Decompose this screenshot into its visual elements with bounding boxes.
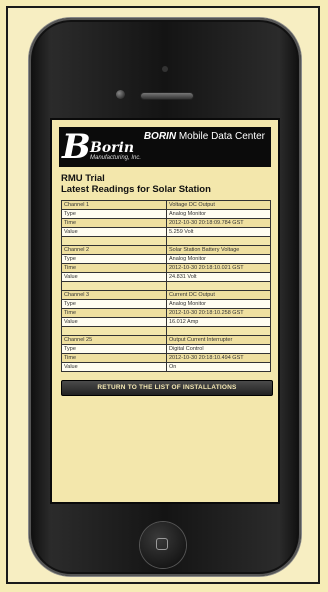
time-value: 2012-10-30 20:18:09.784 GST [166, 218, 271, 228]
home-button[interactable] [140, 522, 186, 568]
phone-device: B Borin Manufacturing, Inc. BORIN Mobile… [29, 18, 301, 576]
app-title-brand: BORIN [143, 131, 177, 142]
time-label: Time [61, 218, 167, 228]
earpiece-speaker-icon [140, 92, 194, 100]
table-row: Type Analog Monitor [61, 299, 271, 309]
page-title-line2: Latest Readings for Solar Station [61, 184, 211, 195]
type-value: Digital Control [166, 344, 271, 354]
time-value: 2012-10-30 20:18:10.258 GST [166, 308, 271, 318]
table-row: Channel 1 Voltage DC Output [61, 200, 271, 210]
table-row: Value 16.012 Amp [61, 317, 271, 327]
time-label: Time [61, 263, 167, 273]
table-row: Type Analog Monitor [61, 254, 271, 264]
table-row: Time 2012-10-30 20:18:10.494 GST [61, 353, 271, 363]
value-label: Value [61, 317, 167, 327]
channel-name: Solar Station Battery Voltage [166, 245, 271, 255]
table-row: Type Analog Monitor [61, 209, 271, 219]
value-value: 5.259 Volt [166, 227, 271, 237]
table-row: Time 2012-10-30 20:18:09.784 GST [61, 218, 271, 228]
front-camera-icon [116, 90, 125, 99]
type-label: Type [61, 299, 167, 309]
table-row: Type Digital Control [61, 344, 271, 354]
table-row: Channel 25 Output Current Interrupter [61, 335, 271, 345]
time-label: Time [61, 353, 167, 363]
home-button-icon [156, 538, 168, 550]
app-title: BORIN Mobile Data Center [144, 131, 265, 142]
table-row: Value 5.259 Volt [61, 227, 271, 237]
time-value: 2012-10-30 20:18:10.494 GST [166, 353, 271, 363]
page-heading: RMU Trial Latest Readings for Solar Stat… [61, 173, 278, 195]
borin-logo-icon: B [62, 127, 91, 167]
table-spacer-row [61, 281, 271, 291]
type-value: Analog Monitor [166, 254, 271, 264]
channel-name: Voltage DC Output [166, 200, 271, 210]
table-spacer-row [61, 236, 271, 246]
logo-name: Borin [90, 140, 135, 156]
return-to-installations-button[interactable]: RETURN TO THE LIST OF INSTALLATIONS [61, 380, 273, 396]
value-label: Value [61, 362, 167, 372]
logo-subtitle: Manufacturing, Inc. [90, 155, 142, 161]
table-spacer-row [61, 326, 271, 336]
table-row: Time 2012-10-30 20:18:10.258 GST [61, 308, 271, 318]
table-row: Channel 2 Solar Station Battery Voltage [61, 245, 271, 255]
type-value: Analog Monitor [166, 209, 271, 219]
table-row: Time 2012-10-30 20:18:10.021 GST [61, 263, 271, 273]
value-value: 16.012 Amp [166, 317, 271, 327]
type-label: Type [61, 209, 167, 219]
type-label: Type [61, 344, 167, 354]
value-value: On [166, 362, 271, 372]
channel-label: Channel 3 [61, 290, 167, 300]
channel-label: Channel 2 [61, 245, 167, 255]
type-label: Type [61, 254, 167, 264]
channel-label: Channel 25 [61, 335, 167, 345]
app-title-rest: Mobile Data Center [176, 131, 265, 142]
channel-label: Channel 1 [61, 200, 167, 210]
value-label: Value [61, 227, 167, 237]
time-label: Time [61, 308, 167, 318]
table-row: Value 24.831 Volt [61, 272, 271, 282]
value-value: 24.831 Volt [166, 272, 271, 282]
value-label: Value [61, 272, 167, 282]
channel-name: Current DC Output [166, 290, 271, 300]
time-value: 2012-10-30 20:18:10.021 GST [166, 263, 271, 273]
sensor-dot-icon [162, 66, 168, 72]
page-title-line1: RMU Trial [61, 173, 105, 184]
header-banner: B Borin Manufacturing, Inc. BORIN Mobile… [59, 127, 271, 167]
phone-screen: B Borin Manufacturing, Inc. BORIN Mobile… [50, 118, 280, 504]
table-row: Channel 3 Current DC Output [61, 290, 271, 300]
type-value: Analog Monitor [166, 299, 271, 309]
channel-name: Output Current Interrupter [166, 335, 271, 345]
table-row: Value On [61, 362, 271, 372]
readings-table: Channel 1 Voltage DC Output Type Analog … [61, 200, 271, 372]
